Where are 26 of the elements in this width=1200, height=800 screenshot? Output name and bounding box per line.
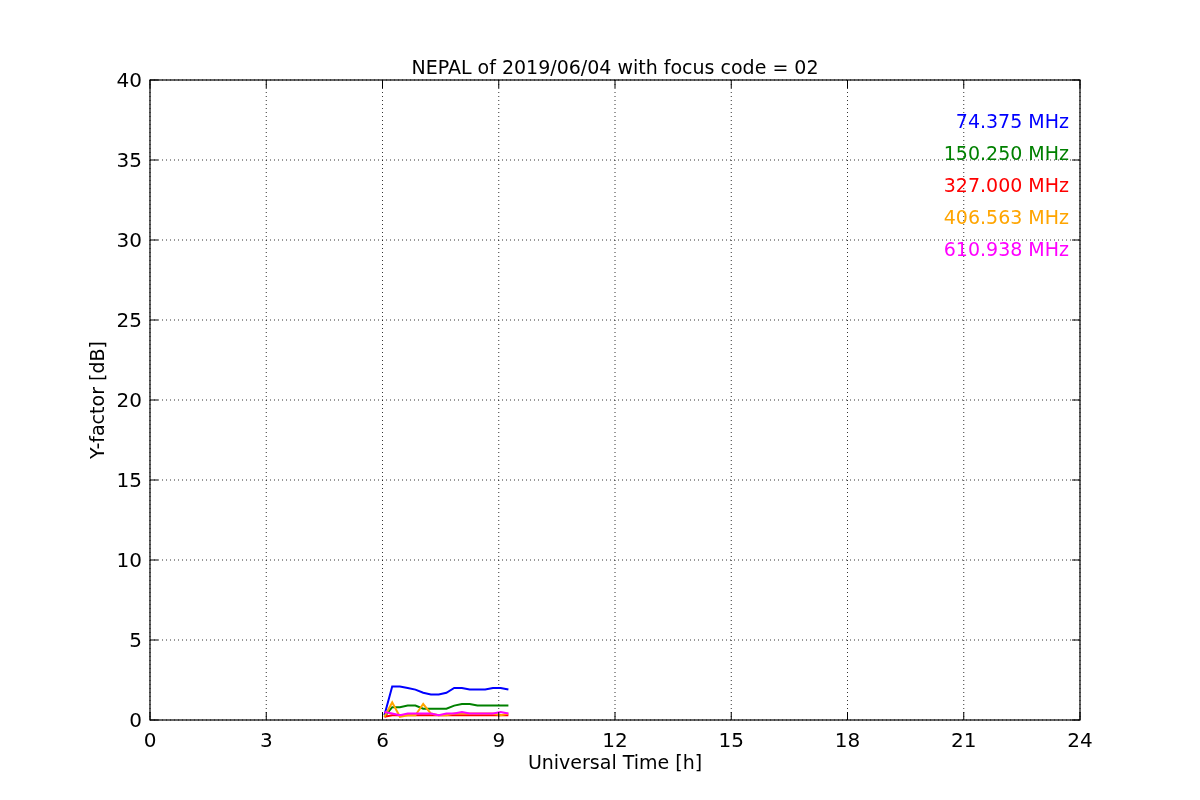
y-tick-label: 30 xyxy=(116,228,142,252)
legend-label: 74.375 MHz xyxy=(955,110,1069,132)
x-tick-label: 12 xyxy=(602,728,628,752)
y-tick-label: 0 xyxy=(129,708,142,732)
x-axis-title: Universal Time [h] xyxy=(527,751,703,773)
y-tick-label: 25 xyxy=(116,308,142,332)
y-axis-title: Y-factor [dB] xyxy=(86,341,108,459)
y-tick-label: 35 xyxy=(116,148,142,172)
legend-label: 150.250 MHz xyxy=(943,142,1069,164)
x-tick-label: 9 xyxy=(492,728,506,752)
legend-label: 406.563 MHz xyxy=(943,206,1069,228)
x-tick-label: 0 xyxy=(143,728,157,752)
y-tick-label: 10 xyxy=(116,548,142,572)
legend-label: 327.000 MHz xyxy=(943,174,1069,196)
y-tick-label: 15 xyxy=(116,468,142,492)
legend-label: 610.938 MHz xyxy=(943,238,1069,260)
x-tick-label: 18 xyxy=(834,728,861,752)
x-tick-label: 3 xyxy=(259,728,273,752)
x-tick-label: 21 xyxy=(951,728,977,752)
x-tick-label: 6 xyxy=(376,728,389,752)
y-tick-label: 40 xyxy=(116,68,142,92)
chart-title: NEPAL of 2019/06/04 with focus code = 02 xyxy=(411,56,819,78)
y-tick-label: 5 xyxy=(129,628,142,652)
x-tick-label: 24 xyxy=(1067,728,1093,752)
y-tick-label: 20 xyxy=(116,388,142,412)
x-tick-label: 15 xyxy=(718,728,744,752)
